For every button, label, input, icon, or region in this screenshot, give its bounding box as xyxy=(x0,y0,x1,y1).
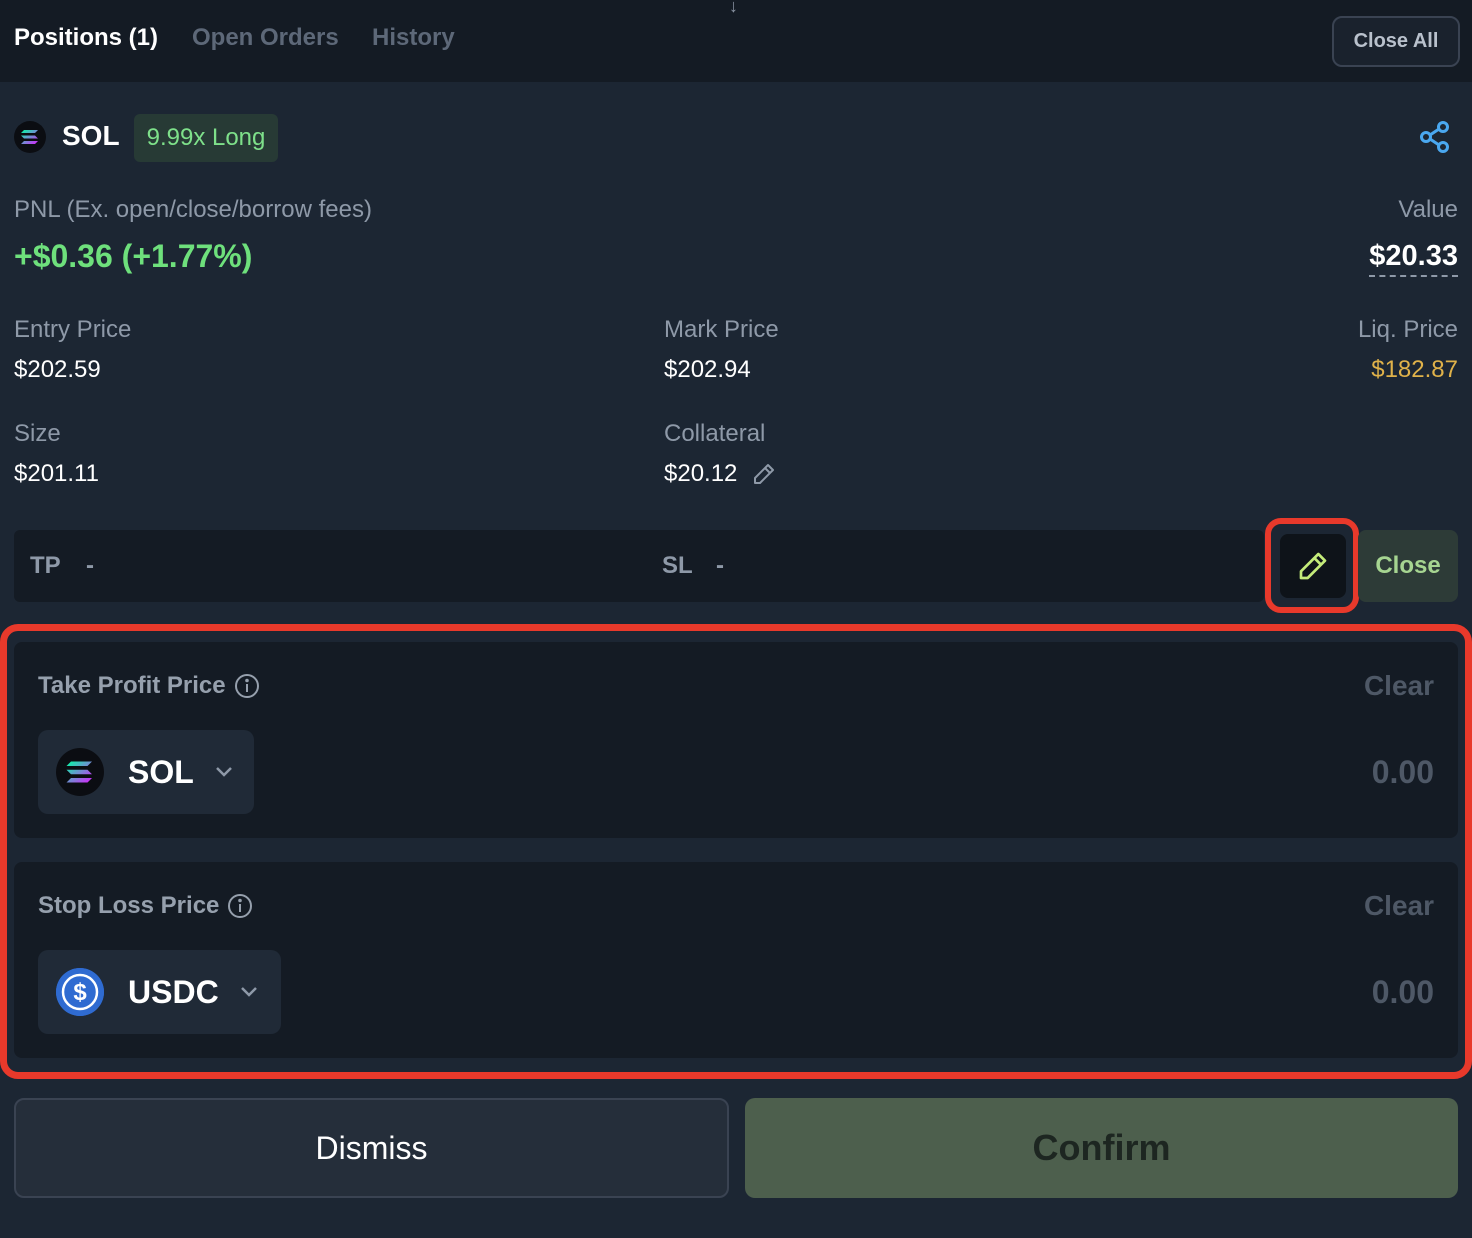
size-value: $201.11 xyxy=(14,460,99,487)
take-profit-price-input[interactable] xyxy=(934,746,1434,798)
tp-value: - xyxy=(86,552,94,579)
pnl-label: PNL (Ex. open/close/borrow fees) xyxy=(14,196,372,223)
tp-label: TP xyxy=(30,552,61,579)
positions-tab-bar: Positions (1) Open Orders History ↓ Clos… xyxy=(0,0,1472,82)
stop-loss-card: Stop Loss Price Clear $ USDC xyxy=(14,862,1458,1058)
pencil-icon xyxy=(1299,552,1327,580)
pnl-value: +$0.36 (+1.77%) xyxy=(14,238,253,274)
tab-open-orders[interactable]: Open Orders xyxy=(192,24,339,52)
tab-positions[interactable]: Positions (1) xyxy=(14,24,158,52)
stop-loss-token-name: USDC xyxy=(128,973,219,1010)
collateral-label: Collateral xyxy=(664,420,766,447)
mark-price-value: $202.94 xyxy=(664,356,751,383)
leverage-badge: 9.99x Long xyxy=(134,114,278,162)
collateral-value: $20.12 xyxy=(664,460,738,487)
edit-tpsl-button[interactable] xyxy=(1280,534,1346,598)
arrow-down-icon: ↓ xyxy=(729,0,738,16)
stop-loss-label-row: Stop Loss Price xyxy=(38,892,253,920)
take-profit-card: Take Profit Price Clear SOL xyxy=(14,642,1458,838)
close-all-button[interactable]: Close All xyxy=(1332,16,1460,67)
stop-loss-clear-button[interactable]: Clear xyxy=(1364,890,1434,922)
value-label: Value xyxy=(1398,196,1458,223)
stop-loss-token-select[interactable]: $ USDC xyxy=(38,950,281,1034)
edit-collateral-pencil-icon[interactable] xyxy=(752,462,776,486)
entry-price-value: $202.59 xyxy=(14,356,101,383)
take-profit-token-select[interactable]: SOL xyxy=(38,730,254,814)
info-icon[interactable] xyxy=(227,893,253,919)
chevron-down-icon xyxy=(240,987,257,997)
liq-price-label: Liq. Price xyxy=(1357,316,1458,343)
stop-loss-price-input[interactable] xyxy=(934,966,1434,1018)
size-label: Size xyxy=(14,420,61,447)
stop-loss-label: Stop Loss Price xyxy=(38,892,220,919)
take-profit-clear-button[interactable]: Clear xyxy=(1364,670,1434,702)
close-position-button[interactable]: Close xyxy=(1358,530,1458,602)
usdc-icon: $ xyxy=(56,968,104,1016)
tpsl-summary-row: TP - SL - xyxy=(14,530,1264,602)
solana-icon xyxy=(56,748,104,796)
info-icon[interactable] xyxy=(234,673,260,699)
share-icon[interactable] xyxy=(1418,120,1452,154)
chevron-down-icon xyxy=(215,767,232,777)
entry-price-label: Entry Price xyxy=(14,316,132,343)
solana-icon xyxy=(14,121,46,153)
tab-history[interactable]: History xyxy=(372,24,455,52)
position-symbol: SOL xyxy=(62,120,120,151)
sl-label: SL xyxy=(662,552,693,579)
mark-price-label: Mark Price xyxy=(664,316,779,343)
take-profit-label-row: Take Profit Price xyxy=(38,672,260,700)
liq-price-value: $182.87 xyxy=(1371,356,1458,383)
svg-text:$: $ xyxy=(73,979,87,1006)
take-profit-label: Take Profit Price xyxy=(38,672,226,699)
sl-value: - xyxy=(716,552,724,579)
confirm-button[interactable]: Confirm xyxy=(745,1098,1458,1198)
dismiss-button[interactable]: Dismiss xyxy=(14,1098,729,1198)
take-profit-token-name: SOL xyxy=(128,753,194,790)
value-amount: $20.33 xyxy=(1369,240,1458,277)
